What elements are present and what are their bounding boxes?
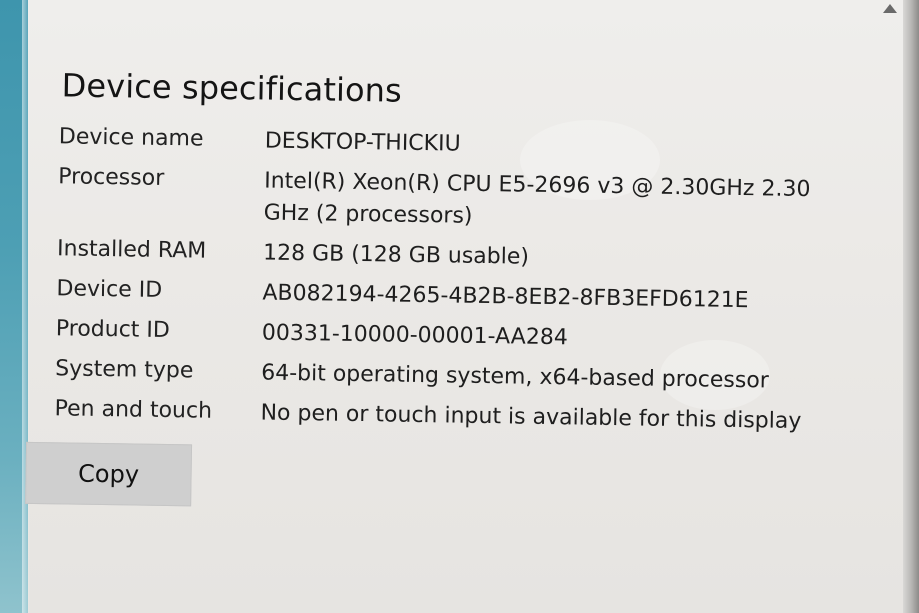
spec-value: Intel(R) Xeon(R) CPU E5-2696 v3 @ 2.30GH… xyxy=(263,168,811,229)
spec-label: Processor xyxy=(58,164,165,191)
spec-list: Device name DESKTOP-THICKIU Processor In… xyxy=(34,122,859,439)
spec-row-installed-ram: Installed RAM 128 GB (128 GB usable) xyxy=(37,234,857,279)
spec-row-product-id: Product ID 00331-10000-00001-AA284 xyxy=(36,314,856,359)
spec-label: Device name xyxy=(58,124,204,152)
copy-button[interactable]: Copy xyxy=(25,441,193,507)
spec-label: Product ID xyxy=(55,316,171,344)
spec-label: Pen and touch xyxy=(54,396,213,424)
spec-value: DESKTOP-THICKIU xyxy=(264,128,461,157)
device-specifications-section: Device specifications Device name DESKTO… xyxy=(25,66,860,517)
settings-window: Device specifications Device name DESKTO… xyxy=(0,0,919,613)
spec-value: 128 GB (128 GB usable) xyxy=(262,240,530,270)
spec-row-device-id: Device ID AB082194-4265-4B2B-8EB2-8FB3EF… xyxy=(36,274,856,319)
spec-label: Device ID xyxy=(56,276,163,303)
spec-row-device-name: Device name DESKTOP-THICKIU xyxy=(39,122,859,167)
spec-label: Installed RAM xyxy=(56,236,207,264)
scroll-up-icon[interactable] xyxy=(883,4,897,13)
spec-row-pen-and-touch: Pen and touch No pen or touch input is a… xyxy=(34,394,854,439)
spec-value: 64-bit operating system, x64-based proce… xyxy=(261,360,770,394)
spec-row-processor: Processor Intel(R) Xeon(R) CPU E5-2696 v… xyxy=(37,162,858,239)
spec-value: No pen or touch input is available for t… xyxy=(260,400,802,435)
spec-value: AB082194-4265-4B2B-8EB2-8FB3EFD6121E xyxy=(262,280,749,314)
spec-row-system-type: System type 64-bit operating system, x64… xyxy=(35,354,855,399)
screen-bezel xyxy=(903,0,919,613)
spec-label: System type xyxy=(55,356,194,384)
window-left-shadow xyxy=(22,0,30,613)
spec-value: 00331-10000-00001-AA284 xyxy=(261,320,568,351)
section-heading: Device specifications xyxy=(61,66,403,110)
